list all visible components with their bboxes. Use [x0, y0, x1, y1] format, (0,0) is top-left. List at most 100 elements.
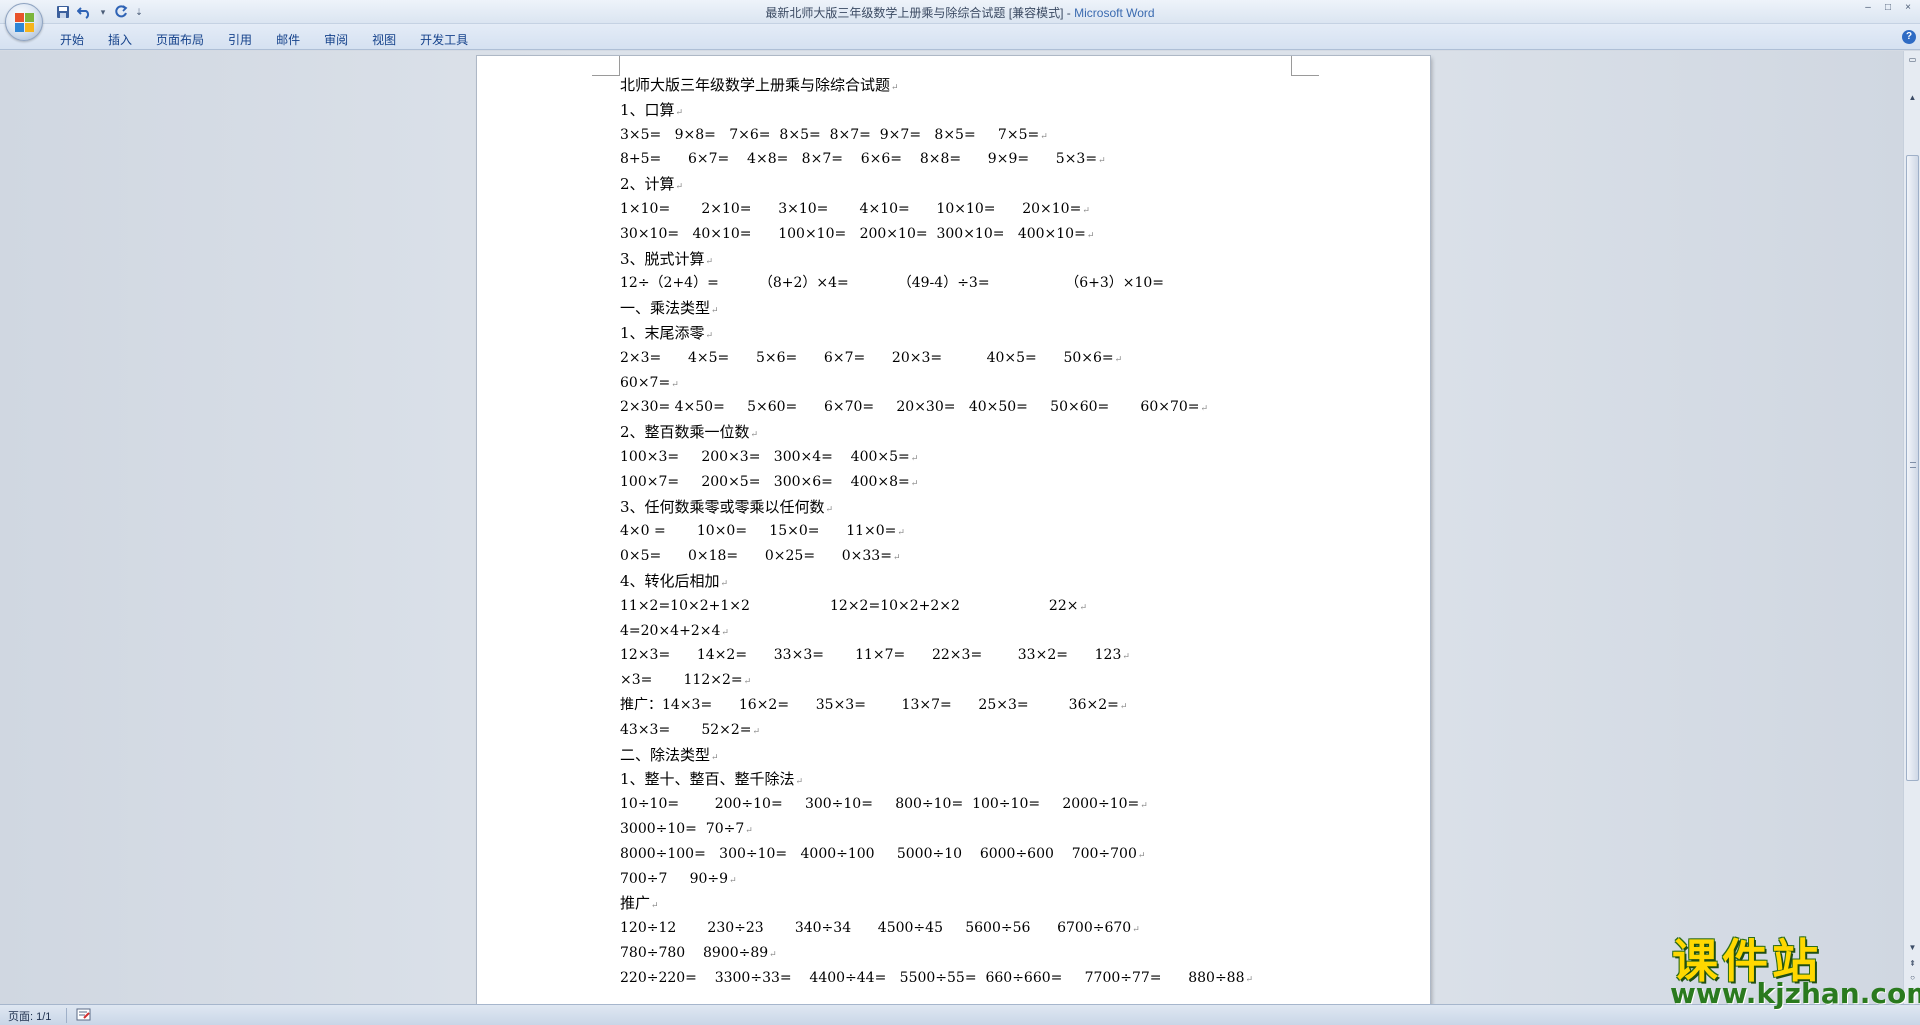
document-heading-line[interactable]: 二、除法类型↵ — [620, 743, 1300, 768]
paragraph-mark-icon: ↵ — [675, 107, 684, 118]
page-count-status[interactable]: 页面: 1/1 — [8, 1008, 51, 1024]
tab-review[interactable]: 审阅 — [312, 28, 360, 48]
document-text-line[interactable]: 3000÷10= 70÷7↵ — [620, 817, 1300, 842]
scrollbar-thumb[interactable] — [1906, 155, 1919, 781]
document-text-line[interactable]: 12÷（2+4）= （8+2）×4= （49-4）÷3= （6+3）×10= — [620, 271, 1300, 296]
document-text-line[interactable]: 0×5= 0×18= 0×25= 0×33=↵ — [620, 544, 1300, 569]
document-heading-line[interactable]: 推广↵ — [620, 891, 1300, 916]
tab-mailings[interactable]: 邮件 — [264, 28, 312, 48]
scroll-up-icon[interactable]: ▲ — [1905, 91, 1920, 104]
tab-page-layout[interactable]: 页面布局 — [144, 28, 216, 48]
line-text: 一、乘法类型 — [620, 299, 711, 318]
previous-page-icon[interactable]: ⇞ — [1905, 957, 1920, 970]
document-text-line[interactable]: 120÷12 230÷23 340÷34 4500÷45 5600÷56 670… — [620, 916, 1300, 941]
document-body[interactable]: 北师大版三年级数学上册乘与除综合试题↵ 1、口算↵ 3×5= 9×8= 7×6= 8… — [620, 73, 1300, 990]
line-text: 8+5= 6×7= 4×8= 8×7= 6×6= 8×8= 9×9= 5×3= — [620, 151, 1098, 168]
document-text-line[interactable]: 12×3= 14×2= 33×3= 11×7= 22×3= 33×2= 123↵ — [620, 643, 1300, 668]
ruler-toggle-icon[interactable]: ▭ — [1905, 53, 1920, 66]
document-text-line[interactable]: 30×10= 40×10= 100×10= 200×10= 300×10= 40… — [620, 222, 1300, 247]
paragraph-mark-icon: ↵ — [743, 677, 752, 688]
status-separator — [66, 1008, 67, 1023]
window-controls: – □ × — [1860, 2, 1916, 16]
document-heading-line[interactable]: 4、转化后相加↵ — [620, 569, 1300, 594]
paragraph-mark-icon: ↵ — [1082, 205, 1090, 216]
document-text-line[interactable]: 2×30= 4×50= 5×60= 6×70= 20×30= 40×50= 50… — [620, 395, 1300, 420]
paragraph-mark-icon: ↵ — [1137, 850, 1146, 861]
document-heading-line[interactable]: 一、乘法类型↵ — [620, 296, 1300, 321]
document-text-line[interactable]: 60×7=↵ — [620, 371, 1300, 396]
line-text: 0×5= 0×18= 0×25= 0×33= — [620, 548, 892, 565]
document-text-line[interactable]: 4=20×4+2×4↵ — [620, 619, 1300, 644]
line-text: 北师大版三年级数学上册乘与除综合试题 — [620, 76, 891, 94]
document-heading-line[interactable]: 2、计算↵ — [620, 172, 1300, 197]
line-text: 推广 — [620, 894, 651, 913]
document-heading-line[interactable]: 北师大版三年级数学上册乘与除综合试题↵ — [620, 73, 1300, 98]
tab-developer[interactable]: 开发工具 — [408, 28, 480, 48]
paragraph-mark-icon: ↵ — [795, 777, 804, 788]
tab-view[interactable]: 视图 — [360, 28, 408, 48]
document-text-line[interactable]: 2×3= 4×5= 5×6= 6×7= 20×3= 40×5= 50×6=↵ — [620, 346, 1300, 371]
paragraph-mark-icon: ↵ — [745, 825, 753, 836]
document-text-line[interactable]: 220÷220= 3300÷33= 4400÷44= 5500÷55= 660÷… — [620, 966, 1300, 991]
window-title: 最新北师大版三年级数学上册乘与除综合试题 [兼容模式] - Microsoft … — [0, 4, 1920, 21]
paragraph-mark-icon: ↵ — [705, 330, 714, 341]
line-text: 100×7= 200×5= 300×6= 400×8= — [620, 473, 910, 490]
tab-references[interactable]: 引用 — [216, 28, 264, 48]
document-heading-line[interactable]: 1、末尾添零↵ — [620, 321, 1300, 346]
watermark-url: www.kjzhan.com — [1670, 977, 1920, 1010]
line-text: 3、任何数乘零或零乘以任何数 — [620, 497, 825, 516]
line-text: 100×3= 200×3= 300×4= 400×5= — [620, 448, 910, 465]
document-text-line[interactable]: 推广：14×3= 16×2= 35×3= 13×7= 25×3= 36×2=↵ — [620, 693, 1300, 718]
scroll-down-icon[interactable]: ▼ — [1905, 941, 1920, 954]
office-button[interactable] — [5, 3, 43, 41]
paragraph-mark-icon: ↵ — [1040, 131, 1048, 142]
paragraph-mark-icon: ↵ — [769, 949, 777, 960]
document-text-line[interactable]: 8+5= 6×7= 4×8= 8×7= 6×6= 8×8= 9×9= 5×3=↵ — [620, 147, 1300, 172]
proofing-status-icon[interactable] — [76, 1008, 92, 1022]
line-text: 11×2=10×2+1×2 12×2=10×2+2×2 22× — [620, 597, 1079, 614]
document-page[interactable]: 北师大版三年级数学上册乘与除综合试题↵ 1、口算↵ 3×5= 9×8= 7×6= 8… — [477, 56, 1430, 1004]
document-text-line[interactable]: ×3= 112×2=↵ — [620, 668, 1300, 693]
document-text-line[interactable]: 3×5= 9×8= 7×6= 8×5= 8×7= 9×7= 8×5= 7×5=↵ — [620, 123, 1300, 148]
document-heading-line[interactable]: 1、整十、整百、整千除法↵ — [620, 767, 1300, 792]
paragraph-mark-icon: ↵ — [711, 306, 719, 317]
document-text-line[interactable]: 10÷10= 200÷10= 300÷10= 800÷10= 100÷10= 2… — [620, 792, 1300, 817]
document-text-line[interactable]: 4×0 = 10×0= 15×0= 11×0=↵ — [620, 519, 1300, 544]
paragraph-mark-icon: ↵ — [910, 453, 919, 464]
tab-home[interactable]: 开始 — [48, 28, 96, 48]
maximize-button[interactable]: □ — [1880, 2, 1896, 16]
help-button[interactable]: ? — [1902, 30, 1916, 44]
line-text: 30×10= 40×10= 100×10= 200×10= 300×10= 40… — [620, 225, 1086, 242]
line-text: 4、转化后相加 — [620, 571, 720, 590]
document-text-line[interactable]: 1×10= 2×10= 3×10= 4×10= 10×10= 20×10=↵ — [620, 197, 1300, 222]
line-text: 2、计算 — [620, 175, 675, 194]
paragraph-mark-icon: ↵ — [1122, 652, 1130, 663]
paragraph-mark-icon: ↵ — [1098, 156, 1106, 167]
paragraph-mark-icon: ↵ — [711, 752, 719, 763]
line-text: 3×5= 9×8= 7×6= 8×5= 8×7= 9×7= 8×5= 7×5= — [620, 126, 1040, 143]
document-heading-line[interactable]: 1、口算↵ — [620, 98, 1300, 123]
line-text: 2、整百数乘一位数 — [620, 423, 750, 442]
document-heading-line[interactable]: 3、脱式计算↵ — [620, 247, 1300, 272]
document-text-line[interactable]: 11×2=10×2+1×2 12×2=10×2+2×2 22×↵ — [620, 594, 1300, 619]
document-text-line[interactable]: 700÷7 90÷9↵ — [620, 867, 1300, 892]
document-text-line[interactable]: 43×3= 52×2=↵ — [620, 718, 1300, 743]
document-heading-line[interactable]: 2、整百数乘一位数↵ — [620, 420, 1300, 445]
document-text-line[interactable]: 780÷780 8900÷89↵ — [620, 941, 1300, 966]
document-text-line[interactable]: 8000÷100= 300÷10= 4000÷100 5000÷10 6000÷… — [620, 842, 1300, 867]
document-text-line[interactable]: 100×3= 200×3= 300×4= 400×5=↵ — [620, 445, 1300, 470]
document-title: 最新北师大版三年级数学上册乘与除综合试题 [兼容模式] — [765, 6, 1064, 20]
line-text: 220÷220= 3300÷33= 4400÷44= 5500÷55= 660÷… — [620, 969, 1245, 986]
tab-insert[interactable]: 插入 — [96, 28, 144, 48]
minimize-button[interactable]: – — [1860, 2, 1876, 16]
scrollbar-grip-icon — [1910, 462, 1916, 468]
paragraph-mark-icon: ↵ — [892, 553, 901, 564]
status-bar: 页面: 1/1 — [0, 1004, 1920, 1025]
close-button[interactable]: × — [1900, 2, 1916, 16]
document-text-line[interactable]: 100×7= 200×5= 300×6= 400×8=↵ — [620, 470, 1300, 495]
vertical-scrollbar[interactable]: ▭ ▲ ▼ ⇞ ○ ⇟ — [1903, 51, 1920, 1004]
paragraph-mark-icon: ↵ — [729, 875, 737, 886]
paragraph-mark-icon: ↵ — [1132, 925, 1140, 936]
line-text: 60×7= — [620, 374, 671, 391]
document-heading-line[interactable]: 3、任何数乘零或零乘以任何数↵ — [620, 495, 1300, 520]
